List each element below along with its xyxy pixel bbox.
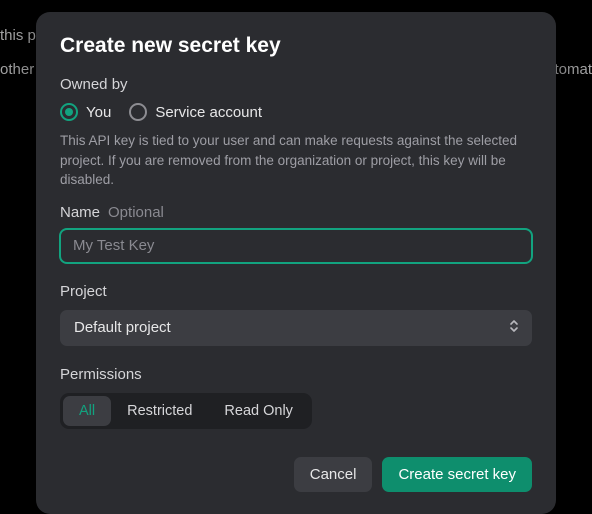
radio-icon xyxy=(60,103,78,121)
owned-by-radio-group: You Service account xyxy=(60,103,532,121)
project-select[interactable]: Default project xyxy=(60,310,532,346)
owned-by-label: Owned by xyxy=(60,76,532,93)
name-label: Name xyxy=(60,204,100,221)
permissions-segmented-control: All Restricted Read Only xyxy=(60,393,312,429)
radio-icon xyxy=(129,103,147,121)
project-selected-value: Default project xyxy=(74,319,171,336)
owned-by-you-radio[interactable]: You xyxy=(60,103,111,121)
cancel-button[interactable]: Cancel xyxy=(294,457,373,492)
permissions-restricted-button[interactable]: Restricted xyxy=(111,396,208,426)
name-input[interactable] xyxy=(60,229,532,263)
permissions-all-button[interactable]: All xyxy=(63,396,111,426)
create-secret-key-button[interactable]: Create secret key xyxy=(382,457,532,492)
permissions-label: Permissions xyxy=(60,366,532,383)
name-optional-hint: Optional xyxy=(108,204,164,221)
create-secret-key-modal: Create new secret key Owned by You Servi… xyxy=(36,12,556,514)
modal-title: Create new secret key xyxy=(60,34,532,58)
owned-by-help-text: This API key is tied to your user and ca… xyxy=(60,131,532,190)
permissions-readonly-button[interactable]: Read Only xyxy=(208,396,309,426)
owned-by-service-account-radio[interactable]: Service account xyxy=(129,103,262,121)
project-label: Project xyxy=(60,283,532,300)
radio-label: Service account xyxy=(155,104,262,121)
radio-label: You xyxy=(86,104,111,121)
modal-footer: Cancel Create secret key xyxy=(60,457,532,492)
